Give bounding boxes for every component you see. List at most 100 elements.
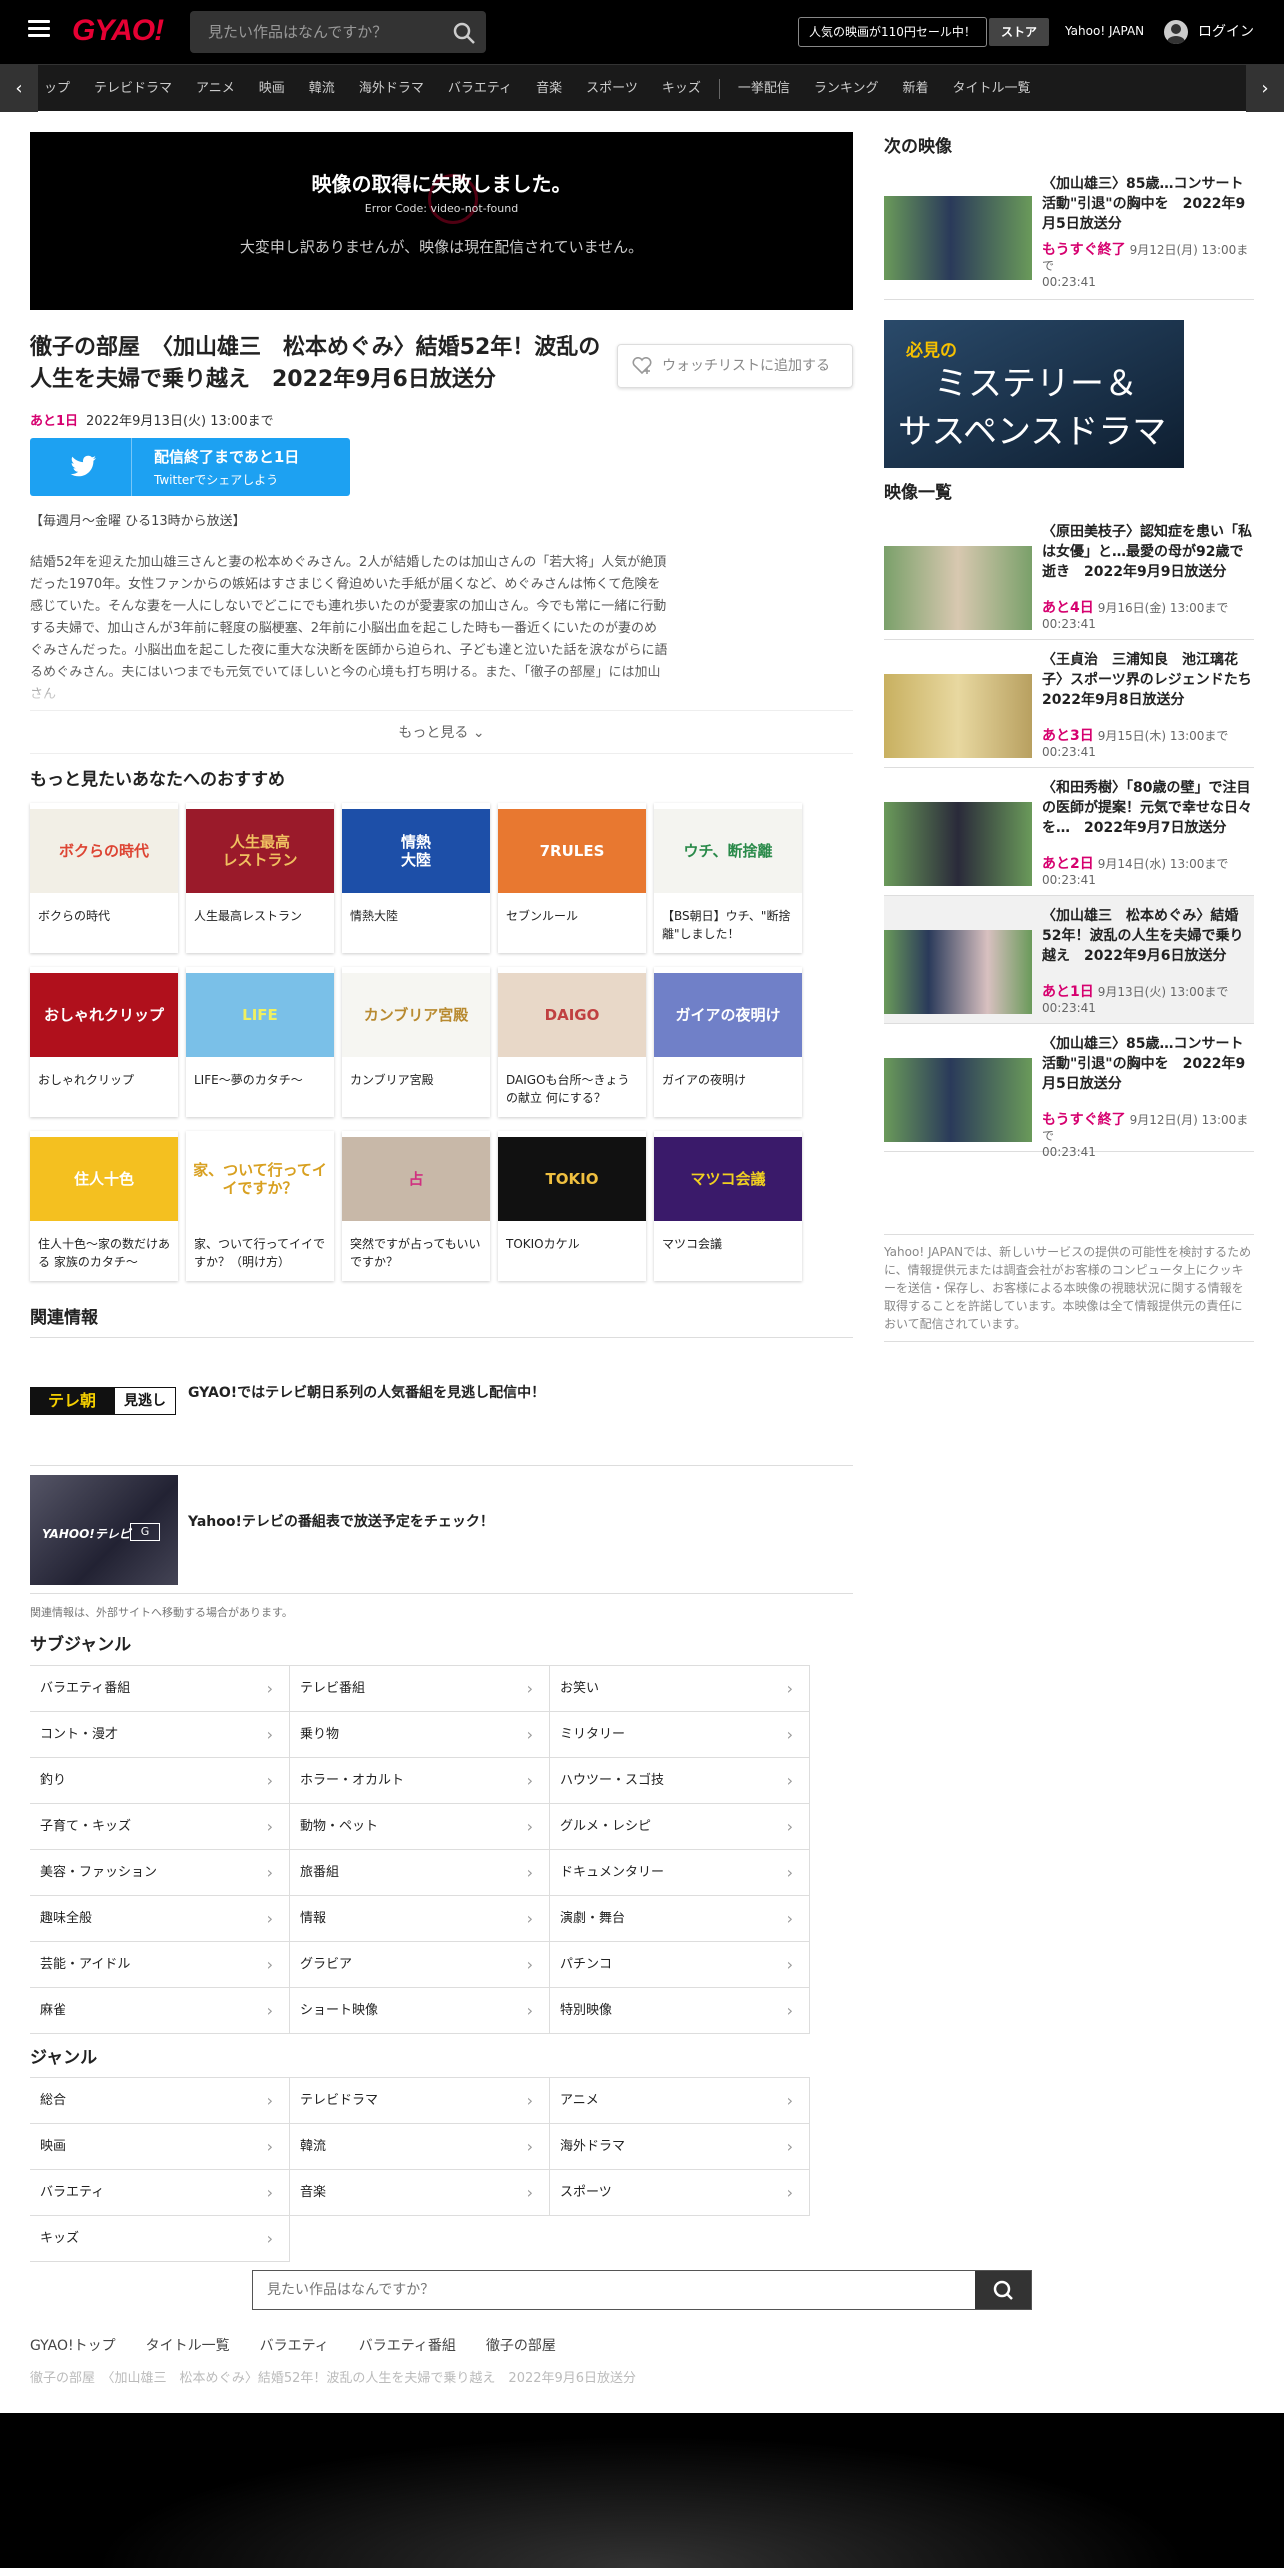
chevron-right-icon: › <box>786 2001 793 2020</box>
genre-item[interactable]: 映画 › <box>30 2124 290 2170</box>
subgenre-item[interactable]: 特別映像 › <box>550 1988 810 2034</box>
subgenre-item[interactable]: グラビア › <box>290 1942 550 1988</box>
mystery-banner[interactable]: 必見の ミステリー＆ サスペンスドラマ <box>884 320 1184 468</box>
store-button[interactable]: ストア <box>989 18 1049 46</box>
recommend-card[interactable]: ウチ、断捨離 【BS朝日】ウチ、"断捨離"しました！ <box>654 803 802 953</box>
subgenre-item[interactable]: テレビ番組 › <box>290 1666 550 1712</box>
subgenre-item[interactable]: 芸能・アイドル › <box>30 1942 290 1988</box>
video-thumbnail <box>884 196 1032 280</box>
video-player[interactable]: 映像の取得に失敗しました。 Error Code: video-not-foun… <box>30 132 853 310</box>
subgenre-item[interactable]: 動物・ペット › <box>290 1804 550 1850</box>
subgenre-item[interactable]: ホラー・オカルト › <box>290 1758 550 1804</box>
nav-item[interactable]: テレビドラマ <box>94 65 172 112</box>
login-button[interactable]: ログイン <box>1164 18 1254 46</box>
recommend-card[interactable]: ガイアの夜明け ガイアの夜明け <box>654 967 802 1117</box>
genre-item[interactable]: バラエティ › <box>30 2170 290 2216</box>
genre-item[interactable]: キッズ › <box>30 2216 290 2262</box>
genre-item[interactable]: 音楽 › <box>290 2170 550 2216</box>
genre-item[interactable]: 韓流 › <box>290 2124 550 2170</box>
breadcrumb-item[interactable]: 徹子の部屋 <box>486 2338 556 2354</box>
nav-item[interactable]: バラエティ <box>448 65 512 112</box>
subgenre-item[interactable]: ドキュメンタリー › <box>550 1850 810 1896</box>
bottom-search-input[interactable] <box>253 2271 973 2309</box>
subgenre-item[interactable]: ハウツー・スゴ技 › <box>550 1758 810 1804</box>
subgenre-item[interactable]: グルメ・レシピ › <box>550 1804 810 1850</box>
divider <box>30 1593 853 1594</box>
breadcrumb-item[interactable]: タイトル一覧 <box>146 2338 230 2354</box>
nav-item[interactable]: 一挙配信 <box>738 65 790 112</box>
subgenre-item[interactable]: ショート映像 › <box>290 1988 550 2034</box>
nav-next-icon[interactable]: › <box>1246 65 1284 112</box>
subgenre-item[interactable]: 子育て・キッズ › <box>30 1804 290 1850</box>
subgenre-item[interactable]: 麻雀 › <box>30 1988 290 2034</box>
nav-item[interactable]: スポーツ <box>586 65 638 112</box>
nav-item[interactable]: タイトル一覧 <box>953 65 1031 112</box>
nav-item[interactable]: 新着 <box>902 65 928 112</box>
subgenre-item[interactable]: コント・漫才 › <box>30 1712 290 1758</box>
bottom-search-button[interactable] <box>975 2271 1031 2309</box>
menu-icon[interactable] <box>28 20 50 38</box>
breadcrumb-item[interactable]: GYAO!トップ <box>30 2338 116 2354</box>
genre-item[interactable]: アニメ › <box>550 2078 810 2124</box>
breadcrumb-item[interactable]: バラエティ <box>260 2338 329 2354</box>
nav-item[interactable]: 海外ドラマ <box>359 65 424 112</box>
subgenre-item[interactable]: ミリタリー › <box>550 1712 810 1758</box>
subgenre-item[interactable]: 美容・ファッション › <box>30 1850 290 1896</box>
recommend-card[interactable]: マツコ会議 マツコ会議 <box>654 1131 802 1281</box>
nav-prev-icon[interactable]: ‹ <box>0 65 38 112</box>
recommend-card[interactable]: ボクらの時代 ボクらの時代 <box>30 803 178 953</box>
logo[interactable]: GYAO! <box>72 14 164 48</box>
yahoo-japan-link[interactable]: Yahoo! JAPAN <box>1065 24 1144 38</box>
recommend-card[interactable]: LIFE LIFE～夢のカタチ～ <box>186 967 334 1117</box>
thumbnail-title: おしゃれクリップ <box>43 1006 164 1024</box>
chevron-right-icon: › <box>526 1863 533 1882</box>
genre-item[interactable]: 総合 › <box>30 2078 290 2124</box>
video-list-item[interactable]: 〈加山雄三〉85歳…コンサート活動"引退"の胸中を 2022年9月5日放送分 もう… <box>884 1024 1254 1159</box>
recommend-card[interactable]: TOKIO TOKIOカケル <box>498 1131 646 1281</box>
video-list-item[interactable]: 〈加山雄三 松本めぐみ〉結婚52年！波乱の人生を夫婦で乗り越え 2022年9月6… <box>884 896 1254 1024</box>
nav-item[interactable]: ップ <box>44 65 70 112</box>
video-thumbnail <box>884 1058 1032 1142</box>
nav-item[interactable]: 映画 <box>259 65 285 112</box>
subgenre-item[interactable]: 情報 › <box>290 1896 550 1942</box>
video-list-item[interactable]: 〈和田秀樹〉「80歳の壁」で注目の医師が提案！元気で幸せな日々を… 2022年9… <box>884 768 1254 896</box>
subgenre-item[interactable]: 釣り › <box>30 1758 290 1804</box>
recommend-card[interactable]: 占突然ですが占ってもいいですか？ <box>342 1131 490 1281</box>
subgenre-item[interactable]: バラエティ番組 › <box>30 1666 290 1712</box>
subgenre-item[interactable]: 演劇・舞台 › <box>550 1896 810 1942</box>
next-video-item[interactable]: 〈加山雄三〉85歳…コンサート活動"引退"の胸中を 2022年9月5日放送分 も… <box>884 166 1254 300</box>
nav-item[interactable]: ランキング <box>814 65 879 112</box>
video-list-item[interactable]: 〈王貞治 三浦知良 池江璃花子〉スポーツ界のレジェンドたち 2022年9月8日放… <box>884 640 1266 768</box>
chevron-right-icon: › <box>526 1817 533 1836</box>
search-input[interactable] <box>190 11 440 53</box>
more-button[interactable]: もっと見る ⌄ <box>30 710 853 754</box>
subgenre-item[interactable]: 乗り物 › <box>290 1712 550 1758</box>
subgenre-item[interactable]: 趣味全般 › <box>30 1896 290 1942</box>
recommend-card[interactable]: おしゃれクリップ おしゃれクリップ <box>30 967 178 1117</box>
recommend-card[interactable]: 人生最高 レストラン 人生最高レストラン <box>186 803 334 953</box>
recommend-card[interactable]: DAIGO DAIGOも台所～きょうの献立 何にする？ <box>498 967 646 1117</box>
subgenre-item[interactable]: 旅番組 › <box>290 1850 550 1896</box>
recommend-card[interactable]: 住人十色 住人十色～家の数だけある 家族のカタチ～ <box>30 1131 178 1281</box>
nav-item[interactable]: アニメ <box>196 65 235 112</box>
genre-item[interactable]: テレビドラマ › <box>290 2078 550 2124</box>
twitter-share-button[interactable]: 配信終了まであと1日 Twitterでシェアしよう <box>30 438 350 496</box>
search-icon[interactable] <box>452 21 476 45</box>
promo-link[interactable]: 人気の映画が110円セール中！ <box>798 17 987 47</box>
watchlist-button[interactable]: ウォッチリストに追加する <box>617 344 853 388</box>
breadcrumb-item[interactable]: バラエティ番組 <box>359 2338 456 2354</box>
genre-item[interactable]: 海外ドラマ › <box>550 2124 810 2170</box>
subgenre-item[interactable]: お笑い › <box>550 1666 810 1712</box>
remaining-info: あと1日 2022年9月13日(火) 13:00まで <box>30 410 274 429</box>
video-list-item[interactable]: 〈原田美枝子〉認知症を患い「私は女優」と…最愛の母が92歳で逝き 2022年9月… <box>884 512 1254 640</box>
recommend-card[interactable]: 家、ついて行ってイイですか？ 家、ついて行ってイイですか？（明け方） <box>186 1131 334 1281</box>
nav-item[interactable]: キッズ <box>662 65 701 112</box>
recommend-card[interactable]: 7RULES セブンルール <box>498 803 646 953</box>
recommend-card[interactable]: カンブリア宮殿 カンブリア宮殿 <box>342 967 490 1117</box>
genre-item[interactable]: スポーツ › <box>550 2170 810 2216</box>
recommend-card[interactable]: 情熱 大陸 情熱大陸 <box>342 803 490 953</box>
more-label: もっと見る <box>398 725 469 741</box>
nav-item[interactable]: 音楽 <box>536 65 562 112</box>
subgenre-item[interactable]: パチンコ › <box>550 1942 810 1988</box>
nav-item[interactable]: 韓流 <box>309 65 335 112</box>
